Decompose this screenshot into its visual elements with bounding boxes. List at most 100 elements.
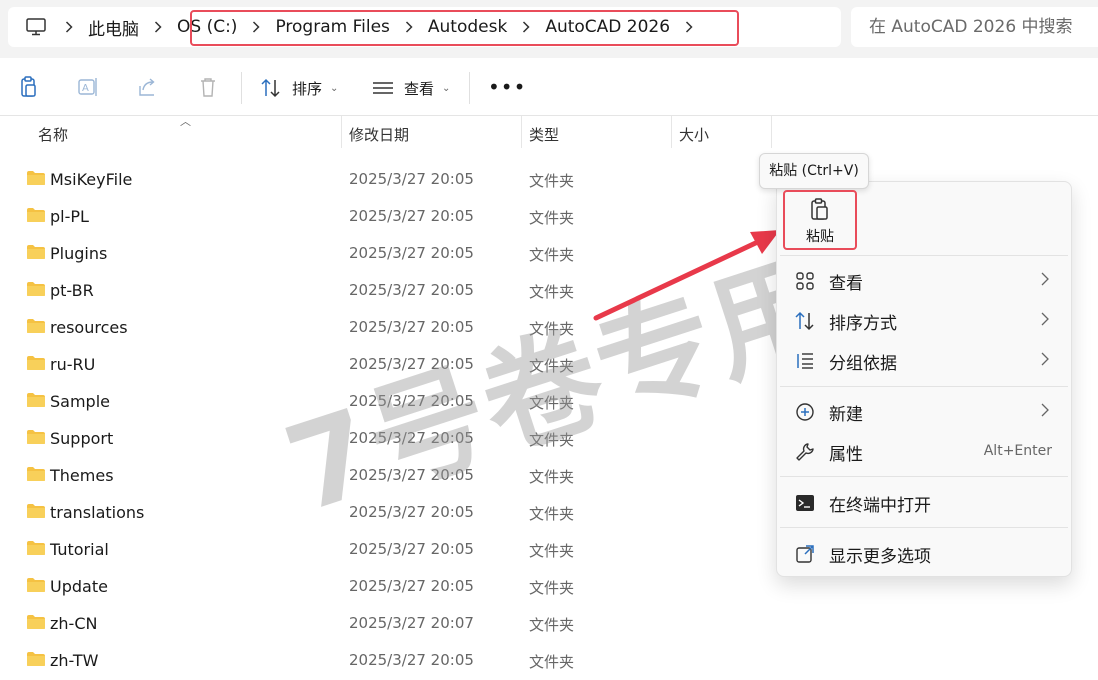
file-name[interactable]: Themes [50,466,114,485]
folder-icon [26,614,46,630]
paste-label: 粘贴 [806,229,834,245]
folder-icon [26,207,46,223]
column-divider[interactable] [771,116,772,148]
computer-icon[interactable] [22,13,50,41]
chevron-right-icon[interactable] [151,20,165,34]
grid-view-icon [794,270,816,292]
file-row[interactable]: ru-RU 2025/3/27 20:05 文件夹 [0,345,780,382]
more-options-icon [794,543,816,565]
file-name[interactable]: Update [50,577,108,596]
chevron-right-icon [1041,272,1049,286]
menu-item-properties[interactable]: 属性 Alt+Enter [776,433,1072,469]
file-row[interactable]: MsiKeyFile 2025/3/27 20:05 文件夹 [0,160,780,197]
file-row[interactable]: translations 2025/3/27 20:05 文件夹 [0,493,780,530]
file-modified: 2025/3/27 20:05 [349,392,474,410]
folder-icon [26,466,46,482]
file-name[interactable]: resources [50,318,128,337]
delete-icon[interactable] [196,75,220,99]
file-name[interactable]: zh-TW [50,651,98,670]
column-divider[interactable] [341,116,342,148]
file-name[interactable]: pt-BR [50,281,94,300]
file-type: 文件夹 [529,431,575,449]
file-name[interactable]: Tutorial [50,540,109,559]
file-name[interactable]: Plugins [50,244,107,263]
column-header-size[interactable]: 大小 [679,124,709,145]
sort-button[interactable]: 排序 ⌄ [260,74,338,102]
file-name[interactable]: pl-PL [50,207,89,226]
menu-item-label: 查看 [829,274,863,294]
column-header-row: 名称 修改日期 类型 大小 [0,116,780,148]
menu-item-group-by[interactable]: 分组依据 [776,342,1072,378]
file-name[interactable]: ru-RU [50,355,95,374]
menu-item-show-more-options[interactable]: 显示更多选项 [776,535,1072,571]
file-name[interactable]: translations [50,503,144,522]
breadcrumb-highlight-box [190,10,739,46]
menu-separator [780,527,1068,528]
file-row[interactable]: pl-PL 2025/3/27 20:05 文件夹 [0,197,780,234]
share-icon[interactable] [136,75,160,99]
menu-item-view[interactable]: 查看 [776,262,1072,298]
column-header-type[interactable]: 类型 [529,124,559,145]
view-list-icon [373,82,393,94]
menu-item-label: 新建 [829,405,863,425]
paste-icon[interactable] [16,75,40,99]
menu-item-open-in-terminal[interactable]: 在终端中打开 [776,484,1072,520]
file-name[interactable]: Sample [50,392,110,411]
view-button[interactable]: 查看 ⌄ [372,74,450,102]
search-input[interactable]: 在 AutoCAD 2026 中搜索 [851,7,1098,47]
column-header-modified[interactable]: 修改日期 [349,124,409,145]
file-type: 文件夹 [529,653,575,671]
svg-text:A: A [82,83,89,94]
file-modified: 2025/3/27 20:05 [349,540,474,558]
file-name[interactable]: MsiKeyFile [50,170,132,189]
file-type: 文件夹 [529,505,575,523]
rename-icon[interactable]: A [76,75,100,99]
file-type: 文件夹 [529,209,575,227]
file-modified: 2025/3/27 20:05 [349,207,474,225]
breadcrumb-this-pc[interactable]: 此电脑 [88,15,139,40]
file-modified: 2025/3/27 20:05 [349,429,474,447]
file-type: 文件夹 [529,320,575,338]
folder-icon [26,540,46,556]
menu-item-sort-by[interactable]: 排序方式 [776,302,1072,338]
more-options-button[interactable]: ••• [488,77,526,97]
column-divider[interactable] [521,116,522,148]
folder-icon [26,429,46,445]
column-divider[interactable] [671,116,672,148]
file-row[interactable]: Themes 2025/3/27 20:05 文件夹 [0,456,780,493]
file-row[interactable]: Sample 2025/3/27 20:05 文件夹 [0,382,780,419]
menu-item-new[interactable]: 新建 [776,393,1072,429]
file-row[interactable]: zh-CN 2025/3/27 20:07 文件夹 [0,604,780,641]
sort-label: 排序 [292,79,323,98]
column-header-name[interactable]: 名称 [38,124,68,145]
file-row[interactable]: Tutorial 2025/3/27 20:05 文件夹 [0,530,780,567]
file-row[interactable]: pt-BR 2025/3/27 20:05 文件夹 [0,271,780,308]
file-name[interactable]: zh-CN [50,614,97,633]
folder-icon [26,503,46,519]
file-modified: 2025/3/27 20:05 [349,651,474,669]
file-type: 文件夹 [529,283,575,301]
sort-icon [261,78,280,98]
file-row[interactable]: zh-TW 2025/3/27 20:05 文件夹 [0,641,780,678]
file-modified: 2025/3/27 20:05 [349,577,474,595]
paste-button[interactable]: 粘贴 [783,190,857,250]
file-row[interactable]: Support 2025/3/27 20:05 文件夹 [0,419,780,456]
file-row[interactable]: Update 2025/3/27 20:05 文件夹 [0,567,780,604]
file-type: 文件夹 [529,579,575,597]
folder-icon [26,577,46,593]
chevron-right-icon [1041,352,1049,366]
folder-icon [26,281,46,297]
file-list: MsiKeyFile 2025/3/27 20:05 文件夹 pl-PL 2025/3/… [0,160,780,678]
paste-tooltip: 粘贴 (Ctrl+V) [759,153,869,189]
file-row[interactable]: resources 2025/3/27 20:05 文件夹 [0,308,780,345]
folder-icon [26,651,46,667]
chevron-right-icon[interactable] [62,20,76,34]
file-name[interactable]: Support [50,429,113,448]
file-type: 文件夹 [529,172,575,190]
title-bar: 此电脑 OS (C:) Program Files Autodesk AutoC… [0,0,1098,58]
file-row[interactable]: Plugins 2025/3/27 20:05 文件夹 [0,234,780,271]
chevron-down-icon: ⌄ [442,82,451,94]
menu-item-label: 分组依据 [829,354,897,374]
sort-ascending-icon: ︿ [180,115,191,128]
view-label: 查看 [404,79,435,98]
